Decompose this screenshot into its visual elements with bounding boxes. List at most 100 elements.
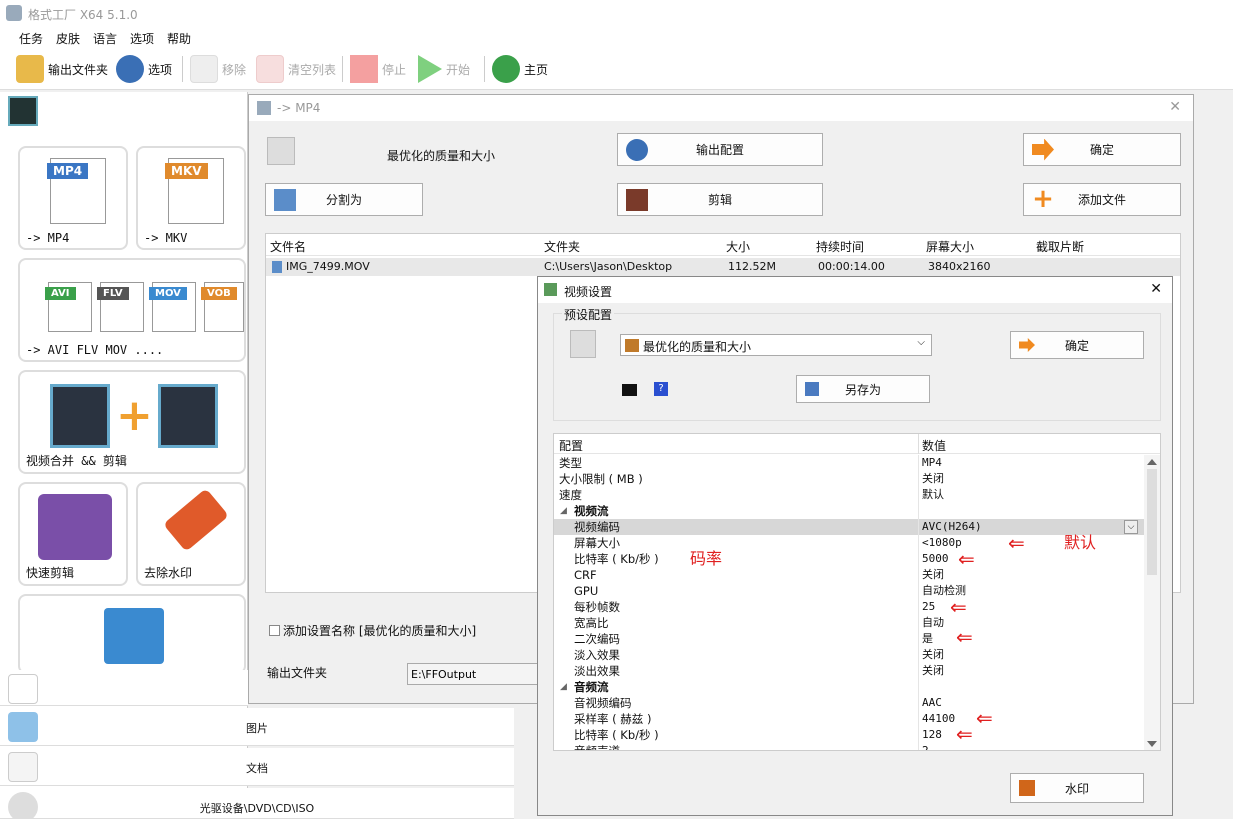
property-row[interactable]: 视频编码 AVC(H264) ⌵: [554, 519, 1144, 535]
tile-quick-cut[interactable]: 快速剪辑: [18, 482, 128, 586]
clear-list-button[interactable]: 清空列表: [256, 54, 336, 84]
col-duration[interactable]: 持续时间: [816, 238, 864, 255]
col-filename[interactable]: 文件名: [270, 238, 306, 255]
category-audio[interactable]: [0, 670, 248, 706]
output-folder-label: 输出文件夹: [267, 666, 328, 680]
column-divider: [918, 535, 919, 551]
property-row[interactable]: 屏幕大小 <1080p: [554, 535, 1144, 551]
annotation-arrow-icon: ⇐: [956, 722, 973, 746]
video-settings-title: 视频设置: [564, 285, 613, 299]
arrow-right-icon: [1019, 338, 1035, 352]
property-row[interactable]: 大小限制 ( MB ) 关闭: [554, 471, 1144, 487]
tile-label: 视频合并 && 剪辑: [26, 454, 127, 468]
mp4-file-icon: MP4: [47, 158, 106, 224]
property-section-header[interactable]: ◢ 视频流: [554, 503, 1144, 519]
preset-select[interactable]: 最优化的质量和大小 ⌵: [620, 334, 932, 356]
collapse-triangle-icon[interactable]: ◢: [560, 503, 567, 519]
toolbar: 输出文件夹 选项 移除 清空列表 停止 开始 主页: [0, 48, 1233, 90]
preset-ok-button[interactable]: 确定: [1010, 331, 1144, 359]
tile-to-mp4[interactable]: MP4 -> MP4: [18, 146, 128, 250]
tile-to-multi-format[interactable]: AVI FLV MOV VOB -> AVI FLV MOV ....: [18, 258, 246, 362]
col-screen[interactable]: 屏幕大小: [926, 238, 974, 255]
menu-task[interactable]: 任务: [19, 30, 43, 47]
annotation-arrow-icon: ⇐: [1008, 531, 1025, 555]
property-value: 128: [922, 728, 942, 741]
scroll-up-icon[interactable]: [1147, 459, 1157, 465]
edit-button[interactable]: 剪辑: [617, 183, 823, 216]
col-size[interactable]: 大小: [726, 238, 750, 255]
property-row[interactable]: 比特率 ( Kb/秒 ) 5000: [554, 551, 1144, 567]
menu-help[interactable]: 帮助: [167, 30, 191, 47]
scroll-thumb[interactable]: [1147, 469, 1157, 575]
split-button[interactable]: 分割为: [265, 183, 423, 216]
menu-skin[interactable]: 皮肤: [56, 30, 80, 47]
property-row[interactable]: 采样率 ( 赫兹 ) 44100: [554, 711, 1144, 727]
category-disc[interactable]: 光驱设备\DVD\CD\ISO: [0, 788, 514, 819]
help-icon[interactable]: ?: [654, 382, 668, 396]
category-document[interactable]: 文档: [0, 748, 514, 786]
chevron-down-icon[interactable]: ⌵: [1124, 520, 1138, 534]
tile-merge-edit[interactable]: + 视频合并 && 剪辑: [18, 370, 246, 474]
property-row[interactable]: 二次编码 是: [554, 631, 1144, 647]
column-divider: [918, 503, 919, 519]
menu-bar: 任务 皮肤 语言 选项 帮助: [0, 26, 1233, 48]
property-row[interactable]: 每秒帧数 25: [554, 599, 1144, 615]
gear-icon: [116, 55, 144, 83]
property-value: 关闭: [922, 568, 944, 581]
save-icon: [805, 382, 819, 396]
film-strip-icon: [50, 384, 110, 448]
command-line-icon[interactable]: [622, 384, 637, 396]
property-row[interactable]: 速度 默认: [554, 487, 1144, 503]
add-setting-checkbox[interactable]: [269, 625, 280, 636]
close-icon[interactable]: ✕: [1169, 99, 1181, 115]
property-row[interactable]: 音频声道 2: [554, 743, 1144, 751]
property-key: 淡入效果: [574, 648, 620, 662]
menu-options[interactable]: 选项: [130, 30, 154, 47]
watermark-button[interactable]: 水印: [1010, 773, 1144, 803]
property-row[interactable]: CRF 关闭: [554, 567, 1144, 583]
save-as-button[interactable]: 另存为: [796, 375, 930, 403]
property-value: <1080p: [922, 536, 962, 549]
property-row[interactable]: GPU 自动检测: [554, 583, 1144, 599]
file-list-header: 文件名 文件夹 大小 持续时间 屏幕大小 截取片断: [266, 234, 1180, 256]
arrow-right-icon: [1032, 138, 1054, 161]
home-button[interactable]: 主页: [492, 54, 548, 84]
property-section-header[interactable]: ◢ 音频流: [554, 679, 1144, 695]
col-folder[interactable]: 文件夹: [544, 238, 580, 255]
mov-file-icon: MOV: [149, 282, 196, 332]
table-row[interactable]: IMG_7499.MOV C:\Users\Jason\Desktop 112.…: [266, 258, 1180, 276]
tile-remove-watermark[interactable]: 去除水印: [136, 482, 246, 586]
tile-video-player[interactable]: [18, 594, 246, 674]
annotation-arrow-icon: ⇐: [956, 625, 973, 649]
options-button[interactable]: 选项: [116, 54, 172, 84]
col-clip[interactable]: 截取片断: [1036, 238, 1084, 255]
add-file-button[interactable]: + 添加文件: [1023, 183, 1181, 216]
property-row[interactable]: 淡出效果 关闭: [554, 663, 1144, 679]
property-row[interactable]: 类型 MP4: [554, 455, 1144, 471]
output-config-button[interactable]: 输出配置: [617, 133, 823, 166]
stop-button[interactable]: 停止: [350, 54, 406, 84]
ok-button[interactable]: 确定: [1023, 133, 1181, 166]
column-divider: [918, 583, 919, 599]
output-folder-input[interactable]: [407, 663, 547, 685]
property-row[interactable]: 淡入效果 关闭: [554, 647, 1144, 663]
menu-language[interactable]: 语言: [93, 30, 117, 47]
column-divider: [918, 743, 919, 750]
video-category-icon[interactable]: [8, 96, 38, 126]
close-icon[interactable]: ✕: [1150, 281, 1162, 297]
property-value: 5000: [922, 552, 949, 565]
toolbar-separator: [182, 56, 183, 82]
collapse-triangle-icon[interactable]: ◢: [560, 679, 567, 695]
property-row[interactable]: 比特率 ( Kb/秒 ) 128: [554, 727, 1144, 743]
remove-button[interactable]: 移除: [190, 54, 246, 84]
category-image[interactable]: 图片: [0, 708, 514, 746]
scroll-down-icon[interactable]: [1147, 741, 1157, 747]
property-row[interactable]: 宽高比 自动: [554, 615, 1144, 631]
property-key: 音频声道: [574, 744, 620, 751]
start-button[interactable]: 开始: [418, 54, 470, 84]
scrollbar[interactable]: [1144, 455, 1160, 750]
output-folder-button[interactable]: 输出文件夹: [16, 54, 108, 84]
tile-to-mkv[interactable]: MKV -> MKV: [136, 146, 246, 250]
property-grid-header: 配置 数值: [554, 434, 1160, 454]
property-row[interactable]: 音视频编码 AAC: [554, 695, 1144, 711]
